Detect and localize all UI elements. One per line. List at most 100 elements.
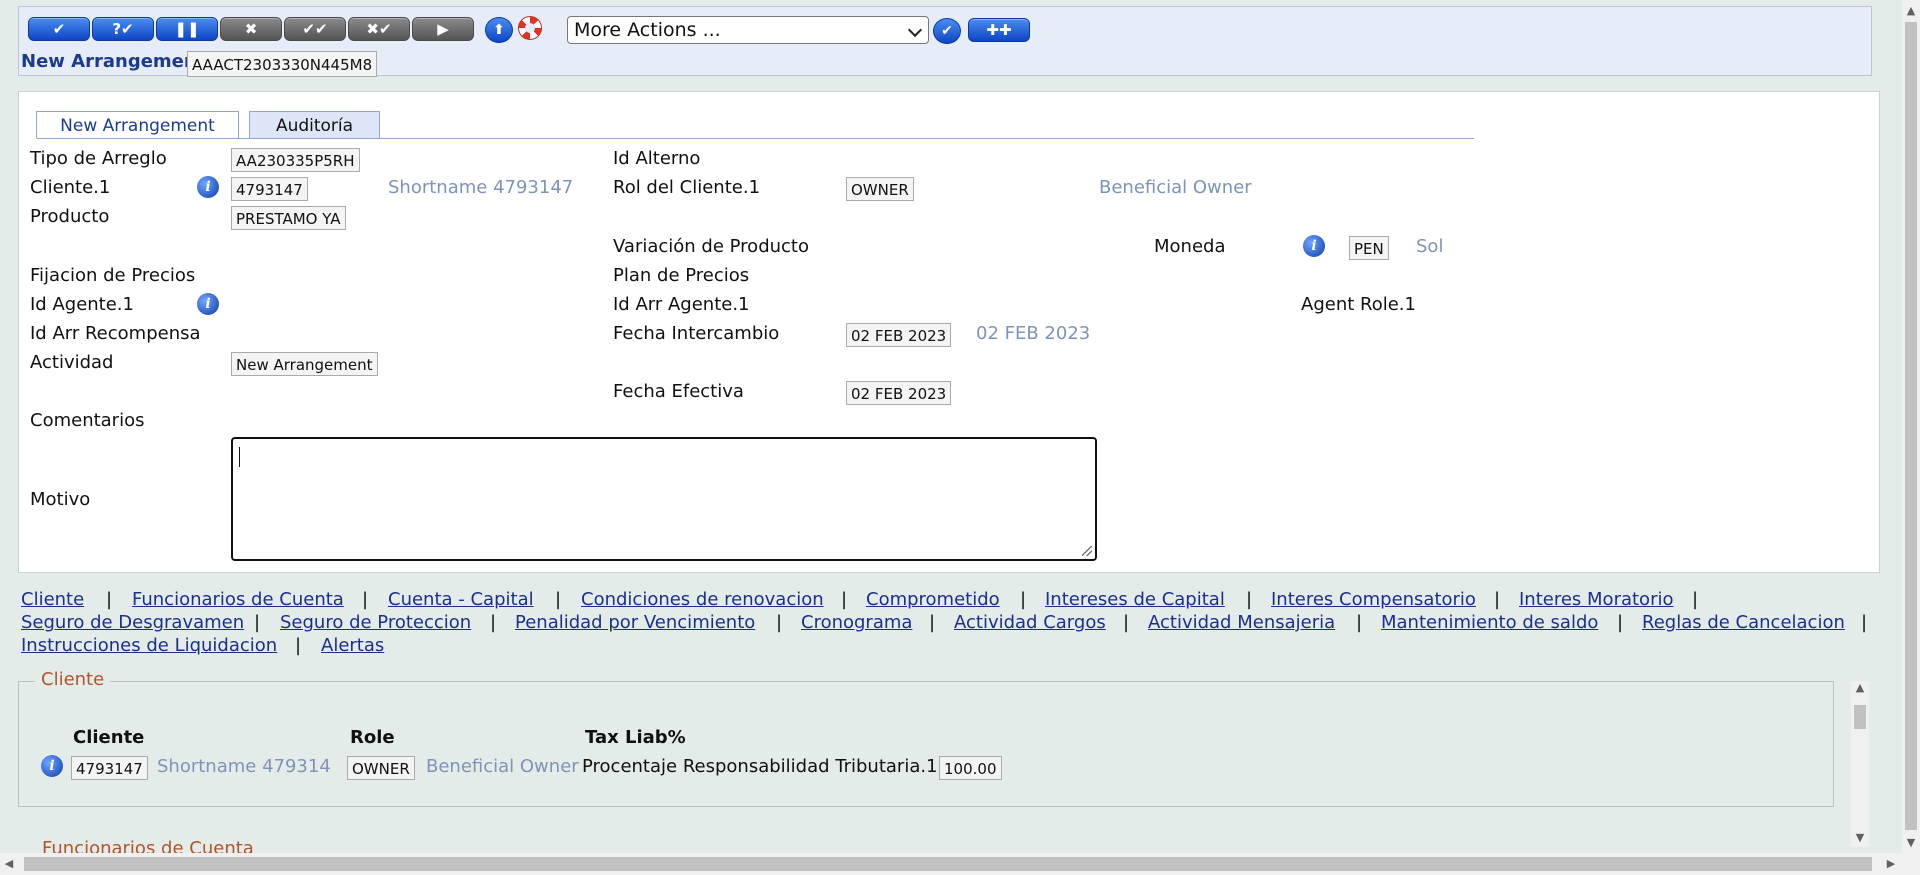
scroll-up-icon[interactable]: ▲ (1902, 4, 1920, 17)
link-condiciones-renovacion[interactable]: Condiciones de renovacion (581, 589, 824, 610)
link-seguro-proteccion[interactable]: Seguro de Proteccion (280, 612, 471, 633)
link-separator: | (106, 589, 113, 610)
rol-cliente-value: OWNER (846, 177, 914, 201)
fecha-intercambio-display: 02 FEB 2023 (976, 323, 1091, 344)
cliente-row-shortname: Shortname 479314 (157, 756, 331, 777)
link-comprometido[interactable]: Comprometido (866, 589, 1000, 610)
tipo-arreglo-value: AA230335P5RH (231, 148, 360, 172)
scroll-thumb[interactable] (1905, 22, 1917, 830)
resize-grip-icon[interactable] (1082, 546, 1092, 556)
id-agente-label: Id Agente.1 (30, 294, 134, 315)
scroll-right-icon[interactable]: ▶ (1882, 857, 1900, 870)
cliente-shortname: Shortname 4793147 (388, 177, 574, 198)
cliente-section-legend: Cliente (35, 669, 111, 690)
new-deal-button[interactable]: ✚✚ (968, 18, 1030, 42)
link-separator: | (1123, 612, 1130, 633)
scroll-down-icon[interactable]: ▼ (1851, 831, 1869, 844)
link-alertas[interactable]: Alertas (321, 635, 384, 656)
fecha-intercambio-label: Fecha Intercambio (613, 323, 780, 344)
reverse-button[interactable]: ✖✔ (348, 17, 410, 41)
link-intereses-capital[interactable]: Intereses de Capital (1045, 589, 1225, 610)
comentarios-label: Comentarios (30, 410, 145, 431)
motivo-label: Motivo (30, 489, 91, 510)
link-interes-moratorio[interactable]: Interes Moratorio (1519, 589, 1674, 610)
scroll-up-icon[interactable]: ▲ (1851, 681, 1869, 694)
fecha-intercambio-value: 02 FEB 2023 (846, 323, 952, 347)
hold-button[interactable]: ❚❚ (156, 17, 218, 41)
producto-label: Producto (30, 206, 110, 227)
motivo-textarea[interactable] (231, 437, 1097, 561)
link-separator: | (1617, 612, 1624, 633)
column-header-role: Role (350, 727, 395, 748)
transaction-id: AAACT2303330N445M8 (187, 51, 378, 77)
link-separator: | (776, 612, 783, 633)
scroll-down-icon[interactable]: ▼ (1902, 836, 1920, 849)
tax-value: 100.00 (939, 756, 1002, 780)
help-lifebuoy-icon[interactable] (518, 16, 542, 40)
chevron-down-icon (907, 22, 923, 38)
link-instrucciones-liquidacion[interactable]: Instrucciones de Liquidacion (21, 635, 277, 656)
validate-button[interactable]: ?✔ (92, 17, 154, 41)
scroll-thumb[interactable] (1854, 705, 1866, 729)
go-action-button[interactable]: ✔ (933, 18, 961, 44)
link-separator: | (1494, 589, 1501, 610)
link-reglas-cancelacion[interactable]: Reglas de Cancelacion (1642, 612, 1845, 633)
link-separator: | (929, 612, 936, 633)
tax-label: Procentaje Responsabilidad Tributaria.1 (582, 756, 938, 777)
actividad-label: Actividad (30, 352, 114, 373)
moneda-value: PEN (1349, 236, 1389, 260)
scroll-thumb[interactable] (24, 857, 1872, 871)
info-icon[interactable]: i (197, 293, 219, 315)
more-actions-value: More Actions ... (574, 19, 721, 41)
link-separator: | (490, 612, 497, 633)
role-row-description: Beneficial Owner (426, 756, 579, 777)
actividad-value: New Arrangement (231, 352, 378, 376)
rol-cliente-label: Rol del Cliente.1 (613, 177, 761, 198)
link-penalidad-vencimiento[interactable]: Penalidad por Vencimiento (515, 612, 755, 633)
link-separator: | (1692, 589, 1699, 610)
rol-cliente-description: Beneficial Owner (1099, 177, 1252, 198)
vertical-scrollbar[interactable]: ▲ ▼ (1902, 0, 1920, 875)
info-icon[interactable]: i (197, 176, 219, 198)
link-separator: | (254, 612, 261, 633)
link-actividad-mensajeria[interactable]: Actividad Mensajeria (1148, 612, 1335, 633)
tipo-arreglo-label: Tipo de Arreglo (30, 148, 167, 169)
fijacion-precios-label: Fijacion de Precios (30, 265, 196, 286)
horizontal-scrollbar[interactable]: ◀ ▶ (0, 853, 1902, 875)
link-seguro-desgravamen[interactable]: Seguro de Desgravamen (21, 612, 244, 633)
link-cliente[interactable]: Cliente (21, 589, 84, 610)
info-icon[interactable]: i (41, 755, 63, 777)
plan-precios-label: Plan de Precios (613, 265, 750, 286)
link-separator: | (1020, 589, 1027, 610)
id-arr-recompensa-label: Id Arr Recompensa (30, 323, 201, 344)
info-icon[interactable]: i (1303, 235, 1325, 257)
column-header-cliente: Cliente (73, 727, 145, 748)
authorise-button[interactable]: ✔✔ (284, 17, 346, 41)
more-actions-select[interactable]: More Actions ... (567, 16, 929, 44)
cliente-label: Cliente.1 (30, 177, 111, 198)
link-interes-compensatorio[interactable]: Interes Compensatorio (1271, 589, 1476, 610)
section-scrollbar[interactable]: ▲ ▼ (1851, 681, 1869, 847)
transaction-toolbar: ✔ ?✔ ❚❚ ✖ ✔✔ ✖✔ ▶ ⬆ More Actions ... ✔ ✚… (18, 6, 1872, 77)
id-alterno-label: Id Alterno (613, 148, 701, 169)
moneda-label: Moneda (1154, 236, 1226, 257)
upload-icon[interactable]: ⬆ (485, 17, 513, 43)
next-button[interactable]: ▶ (412, 17, 474, 41)
link-mantenimiento-saldo[interactable]: Mantenimiento de saldo (1381, 612, 1598, 633)
link-funcionarios-cuenta[interactable]: Funcionarios de Cuenta (132, 589, 344, 610)
scroll-left-icon[interactable]: ◀ (0, 857, 18, 870)
arrangement-panel: New Arrangement Auditoría Tipo de Arregl… (18, 91, 1880, 573)
variacion-producto-label: Variación de Producto (613, 236, 809, 257)
link-cuenta-capital[interactable]: Cuenta - Capital (388, 589, 534, 610)
column-header-tax: Tax Liab% (585, 727, 686, 748)
id-arr-agente-label: Id Arr Agente.1 (613, 294, 750, 315)
role-row-value: OWNER (347, 756, 415, 780)
tab-new-arrangement[interactable]: New Arrangement (36, 111, 239, 139)
link-separator: | (362, 589, 369, 610)
tab-auditoria[interactable]: Auditoría (249, 111, 380, 139)
link-actividad-cargos[interactable]: Actividad Cargos (954, 612, 1106, 633)
link-separator: | (555, 589, 562, 610)
link-cronograma[interactable]: Cronograma (801, 612, 912, 633)
commit-button[interactable]: ✔ (28, 17, 90, 41)
delete-button[interactable]: ✖ (220, 17, 282, 41)
